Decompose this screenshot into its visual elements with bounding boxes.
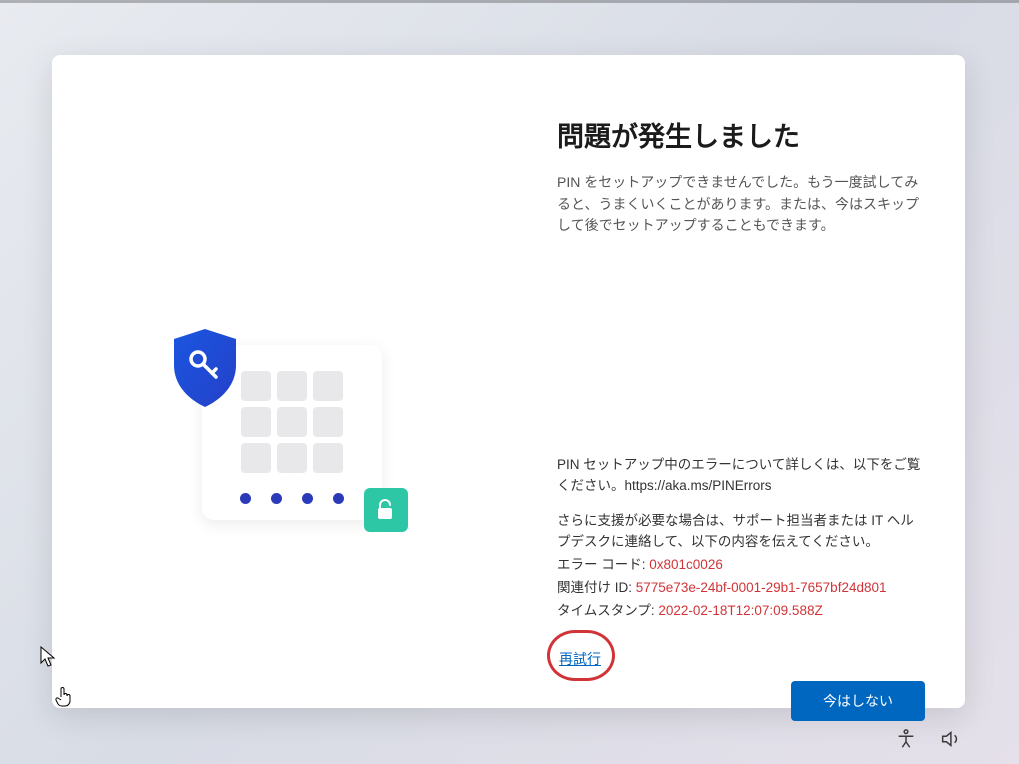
illustration-panel [52,55,492,708]
pin-illustration [202,345,382,520]
shield-key-icon [168,327,242,409]
keypad-card [202,345,382,520]
error-code-value: 0x801c0026 [649,557,723,572]
correlation-line: 関連付け ID: 5775e73e-24bf-0001-29b1-7657bf2… [557,578,925,599]
timestamp-line: タイムスタンプ: 2022-02-18T12:07:09.588Z [557,601,925,622]
details-intro: PIN セットアップ中のエラーについて詳しくは、以下をご覧ください。https:… [557,455,925,497]
skip-button[interactable]: 今はしない [791,681,925,721]
retry-link[interactable]: 再試行 [558,645,602,675]
taskbar-icons [895,728,961,750]
content-panel: 問題が発生しました PIN をセットアップできませんでした。もう一度試してみると… [492,55,965,708]
keypad-grid [241,371,343,473]
support-text: さらに支援が必要な場合は、サポート担当者または IT ヘルプデスクに連絡して、以… [557,511,925,553]
action-row: 今はしない [557,681,925,731]
correlation-value: 5775e73e-24bf-0001-29b1-7657bf24d801 [636,580,887,595]
error-code-label: エラー コード: [557,557,649,572]
pin-dots [240,493,344,504]
error-details: PIN セットアップ中のエラーについて詳しくは、以下をご覧ください。https:… [557,455,925,681]
volume-icon[interactable] [939,728,961,750]
timestamp-value: 2022-02-18T12:07:09.588Z [658,603,822,618]
error-description: PIN をセットアップできませんでした。もう一度試してみると、うまくいくことがあ… [557,172,925,237]
oobe-dialog: 問題が発生しました PIN をセットアップできませんでした。もう一度試してみると… [52,55,965,708]
error-code-line: エラー コード: 0x801c0026 [557,555,925,576]
retry-highlight: 再試行 [547,630,615,682]
page-title: 問題が発生しました [557,115,925,154]
correlation-label: 関連付け ID: [557,580,636,595]
unlock-icon [364,488,408,532]
accessibility-icon[interactable] [895,728,917,750]
timestamp-label: タイムスタンプ: [557,603,658,618]
